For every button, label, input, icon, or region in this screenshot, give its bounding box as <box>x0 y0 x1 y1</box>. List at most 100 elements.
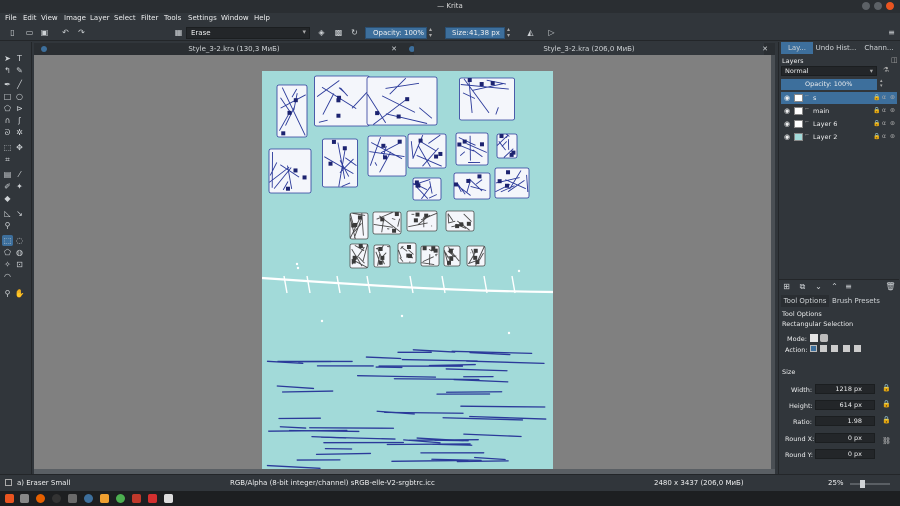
size-stepper[interactable]: ▴ ▾ <box>507 27 510 39</box>
menu-settings[interactable]: Settings <box>188 14 217 22</box>
reference-images-icon[interactable]: ⚲ <box>2 220 13 231</box>
layer-properties-icon[interactable]: ≡ <box>843 281 854 292</box>
eye-visibility-icon[interactable]: ◉ <box>784 118 790 130</box>
pdf-viewer-icon[interactable] <box>148 494 157 503</box>
measure-tool-icon[interactable]: ↘ <box>14 208 25 219</box>
subtract-selection-icon[interactable] <box>843 345 850 352</box>
menu-help[interactable]: Help <box>254 14 270 22</box>
freehand-selection-icon[interactable]: ◍ <box>14 247 25 258</box>
tab-layers[interactable]: Lay... <box>781 42 813 54</box>
inherit-alpha-icon[interactable]: ⊛ <box>890 131 895 143</box>
menu-edit[interactable]: Edit <box>23 14 37 22</box>
colorize-mask-icon[interactable]: ✦ <box>14 181 25 192</box>
line-tool-icon[interactable]: ╱ <box>14 79 25 90</box>
layer-row[interactable]: ◉ ⌐ main 🔒 α ⊛ <box>781 105 897 117</box>
maximize-button[interactable] <box>874 2 882 10</box>
canvas-area[interactable] <box>34 55 775 469</box>
minimize-button[interactable] <box>862 2 870 10</box>
ratio-lock-icon[interactable]: 🔒 <box>882 416 891 424</box>
pan-tool-icon[interactable]: ✋ <box>14 288 25 299</box>
height-lock-icon[interactable]: 🔒 <box>882 400 891 408</box>
ratio-field[interactable]: 1.98 <box>815 416 875 426</box>
alpha-lock-icon[interactable]: α <box>882 105 886 117</box>
layer-row[interactable]: ◉ ⌐ s 🔒 α ⊛ <box>781 92 897 104</box>
files-icon[interactable] <box>20 494 29 503</box>
width-field[interactable]: 1218 px <box>815 384 875 394</box>
zoom-slider-handle[interactable] <box>860 480 865 488</box>
image-viewer-icon[interactable] <box>164 494 173 503</box>
calligraphy-icon[interactable]: ✎ <box>14 65 25 76</box>
menu-image[interactable]: Image <box>64 14 86 22</box>
menu-filter[interactable]: Filter <box>141 14 158 22</box>
eye-visibility-icon[interactable]: ◉ <box>784 105 790 117</box>
polygon-selection-icon[interactable]: ⬠ <box>2 247 13 258</box>
krita-taskbar-icon[interactable] <box>84 494 93 503</box>
assistant-tool-icon[interactable]: ◺ <box>2 208 13 219</box>
open-document-icon[interactable]: ▭ <box>24 27 35 38</box>
eraser-mode-icon[interactable]: ◈ <box>316 27 327 38</box>
elliptical-selection-icon[interactable]: ◌ <box>14 235 25 246</box>
gradient-tool-icon[interactable]: ▤ <box>2 169 13 180</box>
select-shapes-icon[interactable]: ➤ <box>2 53 13 64</box>
layer-row[interactable]: ◉ ⌐ Layer 6 🔒 α ⊛ <box>781 118 897 130</box>
notes-icon[interactable] <box>100 494 109 503</box>
bezier-tool-icon[interactable]: ∩ <box>2 115 13 126</box>
move-layer-down-icon[interactable]: ⌄ <box>813 281 824 292</box>
roundx-field[interactable]: 0 px <box>815 433 875 443</box>
symmetric-difference-icon[interactable] <box>854 345 861 352</box>
alpha-lock-icon[interactable]: α <box>882 118 886 130</box>
brush-preset-selector[interactable]: Erase ▾ <box>186 27 310 39</box>
layer-filter-icon[interactable]: ⚗ <box>883 66 889 74</box>
close-tab-2-icon[interactable]: ✕ <box>759 43 771 55</box>
dynamic-brush-icon[interactable]: ᘐ <box>2 127 13 138</box>
contiguous-selection-icon[interactable]: ✧ <box>2 259 13 270</box>
polygon-tool-icon[interactable]: ⬠ <box>2 103 13 114</box>
smart-patch-icon[interactable]: ✐ <box>2 181 13 192</box>
opacity-stepper[interactable]: ▴ ▾ <box>429 27 432 39</box>
inherit-alpha-icon[interactable]: ⊛ <box>890 92 895 104</box>
lock-icon[interactable]: 🔒 <box>873 118 880 130</box>
transform-tool-icon[interactable]: ⬚ <box>2 142 13 153</box>
width-lock-icon[interactable]: 🔒 <box>882 384 891 392</box>
multibrush-icon[interactable]: ✲ <box>14 127 25 138</box>
polyline-tool-icon[interactable]: ⊳ <box>14 103 25 114</box>
pixel-mode-icon[interactable] <box>810 334 818 342</box>
lock-icon[interactable]: 🔒 <box>873 105 880 117</box>
alpha-lock-icon[interactable]: α <box>882 92 886 104</box>
firefox-icon[interactable] <box>36 494 45 503</box>
tab-brush-presets[interactable]: Brush Presets <box>831 295 881 307</box>
brush-presets-grid-icon[interactable]: ▦ <box>173 27 184 38</box>
save-icon[interactable]: ▣ <box>39 27 50 38</box>
menu-view[interactable]: View <box>41 14 58 22</box>
toolbar-menu-icon[interactable]: ≡ <box>886 27 897 38</box>
color-picker-icon[interactable]: ⁄ <box>14 169 25 180</box>
vertical-scrollbar[interactable] <box>771 55 775 469</box>
media-icon[interactable] <box>132 494 141 503</box>
rectangle-tool-icon[interactable]: □ <box>2 91 13 102</box>
reload-preset-icon[interactable]: ↻ <box>349 27 360 38</box>
menu-tools[interactable]: Tools <box>164 14 181 22</box>
lock-icon[interactable]: 🔒 <box>873 131 880 143</box>
redo-icon[interactable]: ↷ <box>76 27 87 38</box>
menu-layer[interactable]: Layer <box>90 14 110 22</box>
chrome-icon[interactable] <box>116 494 125 503</box>
round-link-icon[interactable]: ⛓ <box>882 437 891 445</box>
app-menu-icon[interactable] <box>5 494 14 503</box>
size-slider[interactable]: Size: 41,38 px <box>445 27 505 39</box>
inherit-alpha-icon[interactable]: ⊛ <box>890 105 895 117</box>
tab-channels[interactable]: Chann... <box>859 42 899 54</box>
ellipse-tool-icon[interactable]: ○ <box>14 91 25 102</box>
bezier-selection-icon[interactable]: ◠ <box>2 271 13 282</box>
lock-icon[interactable]: 🔒 <box>873 92 880 104</box>
mirror-vertical-icon[interactable]: ▷ <box>546 27 557 38</box>
fill-tool-icon[interactable]: ◆ <box>2 193 13 204</box>
close-button[interactable] <box>886 2 894 10</box>
intersect-selection-icon[interactable] <box>820 345 827 352</box>
delete-layer-icon[interactable]: 🗑 <box>885 281 896 292</box>
tab-undo-history[interactable]: Undo Hist... <box>815 42 857 54</box>
similar-selection-icon[interactable]: ⊡ <box>14 259 25 270</box>
eye-visibility-icon[interactable]: ◉ <box>784 131 790 143</box>
layer-row[interactable]: ◉ ⌐ Layer 2 🔒 α ⊛ <box>781 131 897 143</box>
panel-close-icon[interactable]: ◫ <box>891 56 898 64</box>
terminal-icon[interactable] <box>52 494 61 503</box>
